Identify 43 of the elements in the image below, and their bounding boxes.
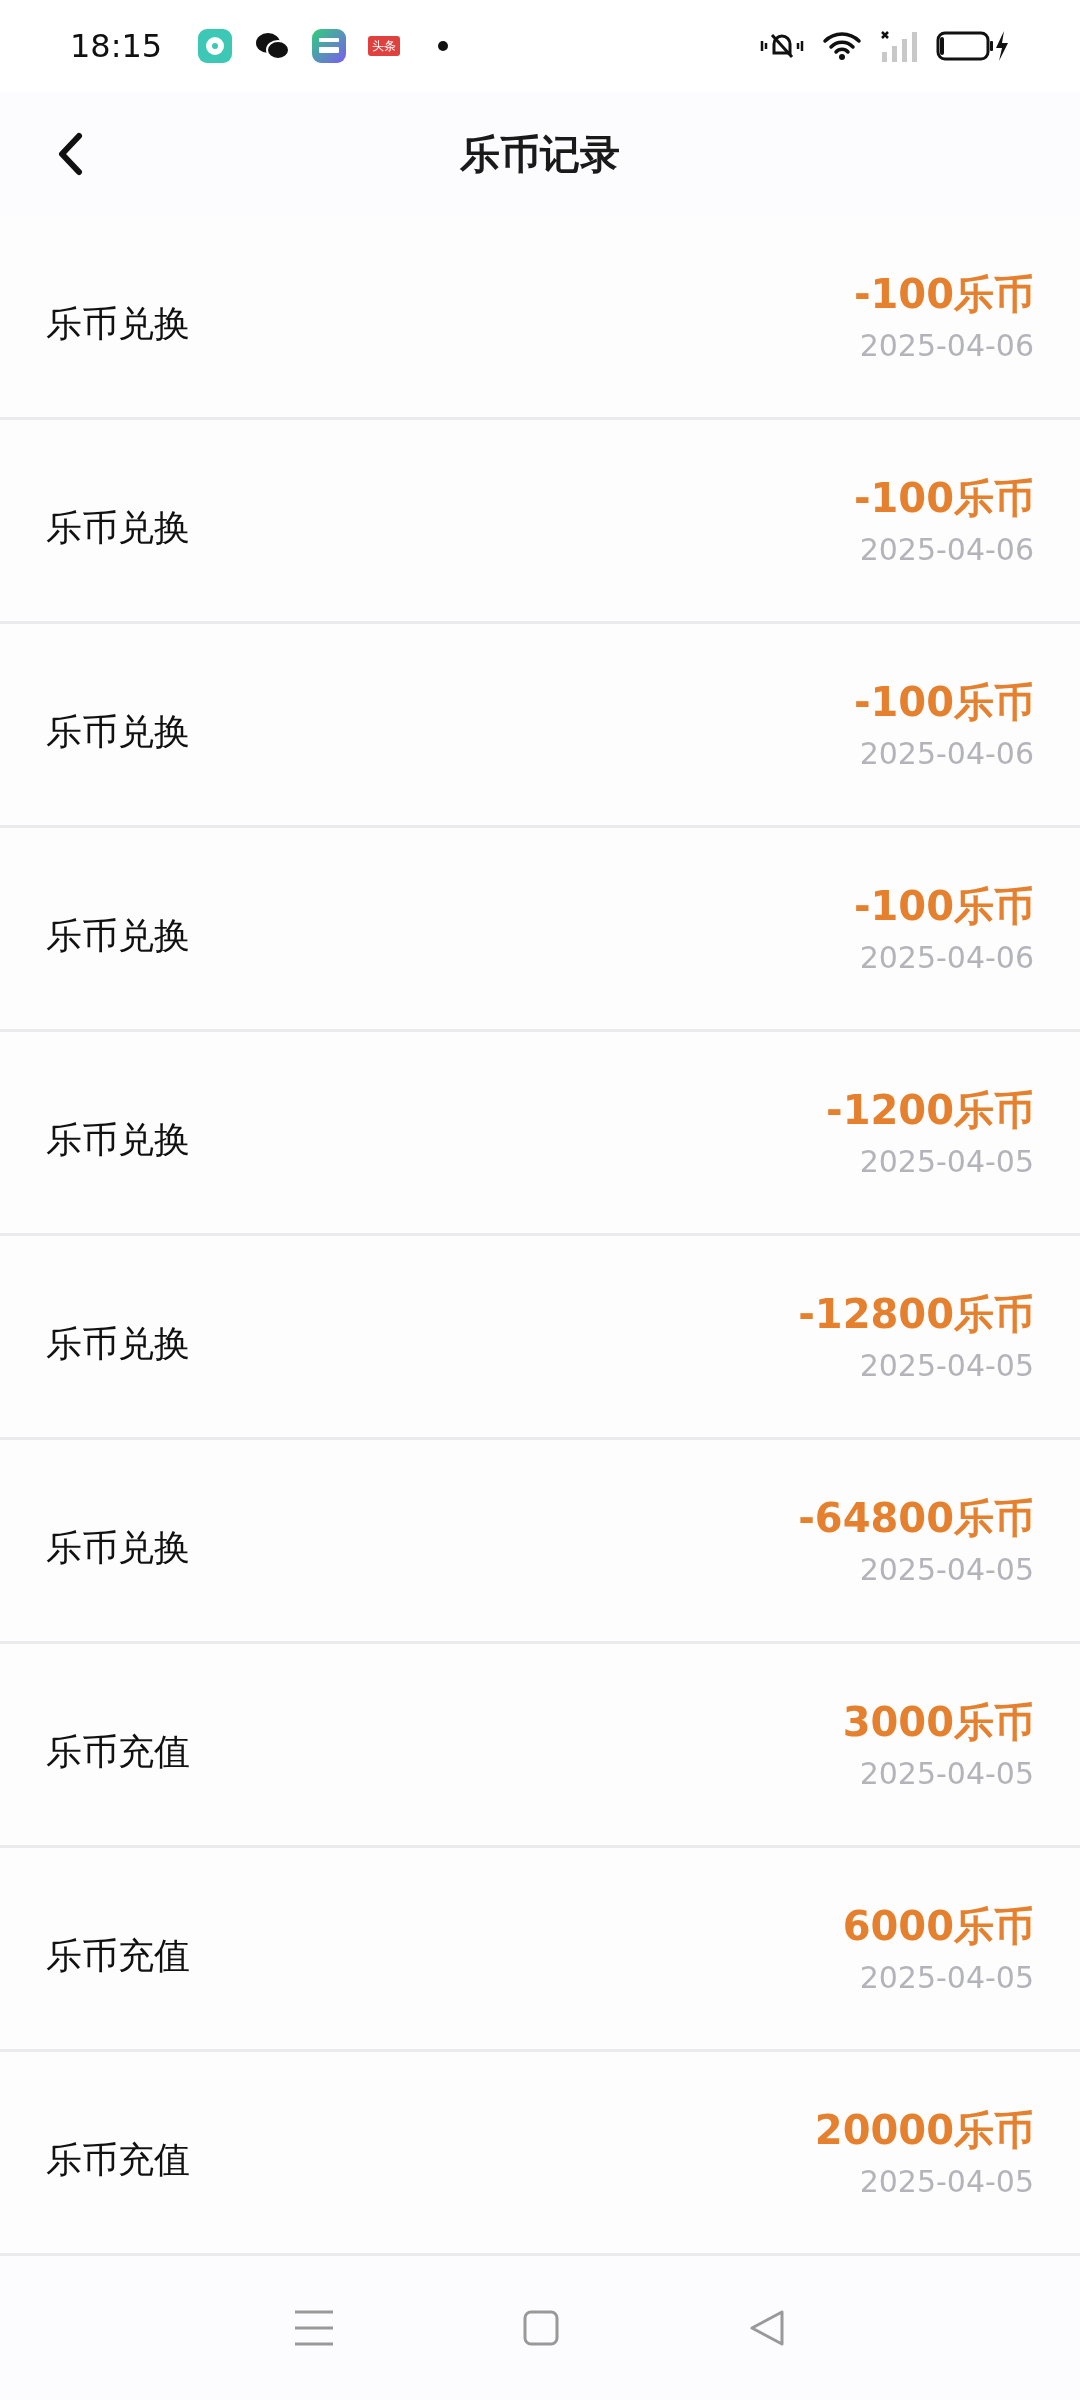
back-nav-icon[interactable] — [749, 2309, 785, 2347]
news-app-badge: 头条 — [368, 36, 401, 56]
record-date: 2025-04-05 — [859, 1550, 1034, 1589]
record-date: 2025-04-05 — [859, 1754, 1034, 1793]
record-date: 2025-04-05 — [859, 1346, 1034, 1385]
record-date: 2025-04-06 — [859, 530, 1034, 569]
record-amount: -100乐币 — [853, 269, 1034, 319]
video-app-icon — [312, 29, 347, 63]
music-app-icon — [198, 29, 233, 63]
record-amount: 20000乐币 — [814, 2105, 1034, 2155]
record-type: 乐币兑换 — [46, 1117, 190, 1162]
record-type: 乐币充值 — [46, 1933, 190, 1978]
signal-icon — [880, 30, 918, 62]
record-amount: -100乐币 — [853, 881, 1034, 931]
record-type: 乐币充值 — [46, 2137, 190, 2182]
page-title: 乐币记录 — [460, 130, 620, 179]
record-type: 乐币兑换 — [46, 1321, 190, 1366]
record-type: 乐币兑换 — [46, 301, 190, 346]
record-amount: 3000乐币 — [842, 1697, 1034, 1747]
home-icon[interactable] — [523, 2310, 559, 2346]
record-amount: -64800乐币 — [798, 1493, 1034, 1543]
status-time: 18:15 — [70, 26, 163, 67]
record-amount: -12800乐币 — [798, 1289, 1034, 1339]
mute-bell-icon — [760, 31, 804, 61]
back-icon — [57, 132, 83, 176]
record-type: 乐币兑换 — [46, 913, 190, 958]
record-amount: -100乐币 — [853, 677, 1034, 727]
record-type: 乐币兑换 — [46, 1525, 190, 1570]
wifi-icon — [822, 31, 862, 61]
menu-icon[interactable] — [295, 2310, 333, 2346]
record-date: 2025-04-06 — [859, 938, 1034, 977]
record-date: 2025-04-05 — [859, 2162, 1034, 2201]
record-amount: 6000乐币 — [842, 1901, 1034, 1951]
record-amount: -1200乐币 — [826, 1085, 1034, 1135]
battery-charging-icon — [936, 30, 1010, 62]
record-amount: -100乐币 — [853, 473, 1034, 523]
record-type: 乐币兑换 — [46, 505, 190, 550]
record-type: 乐币兑换 — [46, 709, 190, 754]
record-date: 2025-04-06 — [859, 326, 1034, 365]
record-date: 2025-04-05 — [859, 1142, 1034, 1181]
record-date: 2025-04-05 — [859, 1958, 1034, 1997]
record-type: 乐币充值 — [46, 1729, 190, 1774]
record-date: 2025-04-06 — [859, 734, 1034, 773]
